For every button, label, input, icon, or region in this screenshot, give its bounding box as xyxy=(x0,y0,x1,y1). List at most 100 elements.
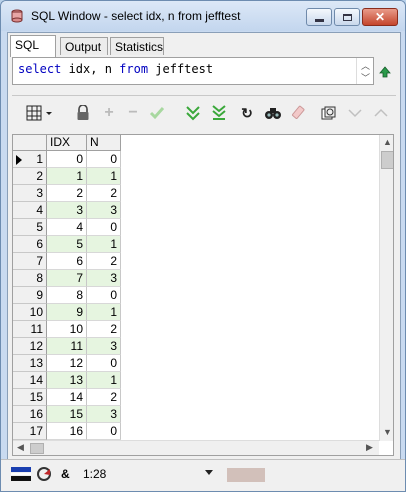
next-button[interactable] xyxy=(370,101,392,125)
cell-idx[interactable]: 11 xyxy=(47,338,87,355)
row-number[interactable]: 12 xyxy=(13,338,47,355)
row-number[interactable]: 2 xyxy=(13,168,47,185)
next-page-button[interactable] xyxy=(182,101,204,125)
cell-idx[interactable]: 5 xyxy=(47,236,87,253)
cell-n[interactable]: 0 xyxy=(87,355,121,372)
row-number[interactable]: 11 xyxy=(13,321,47,338)
cell-n[interactable]: 0 xyxy=(87,423,121,440)
column-header-n[interactable]: N xyxy=(87,135,121,151)
row-number[interactable]: 5 xyxy=(13,219,47,236)
title-bar[interactable]: SQL Window - select idx, n from jefftest… xyxy=(1,1,405,31)
cell-n[interactable]: 3 xyxy=(87,338,121,355)
cell-idx[interactable]: 1 xyxy=(47,168,87,185)
ampersand-indicator: & xyxy=(61,467,70,481)
row-number[interactable]: 13 xyxy=(13,355,47,372)
grid-horizontal-scrollbar[interactable]: ◀ ▶ xyxy=(13,440,379,455)
cell-n[interactable]: 3 xyxy=(87,202,121,219)
next-icon xyxy=(374,108,388,117)
cell-n[interactable]: 3 xyxy=(87,406,121,423)
horizontal-scroll-thumb[interactable] xyxy=(30,443,44,454)
cell-idx[interactable]: 9 xyxy=(47,304,87,321)
cell-n[interactable]: 1 xyxy=(87,236,121,253)
row-number[interactable]: 10 xyxy=(13,304,47,321)
grid-vertical-scrollbar[interactable]: ▲ ▼ xyxy=(379,135,393,441)
cell-idx[interactable]: 7 xyxy=(47,270,87,287)
cell-idx[interactable]: 13 xyxy=(47,372,87,389)
grid-view-icon xyxy=(26,105,52,121)
row-number[interactable]: 17 xyxy=(13,423,47,440)
row-number[interactable]: 3 xyxy=(13,185,47,202)
cell-idx[interactable]: 6 xyxy=(47,253,87,270)
scroll-right-icon[interactable]: ▶ xyxy=(366,442,373,453)
row-number[interactable]: 7 xyxy=(13,253,47,270)
cell-idx[interactable]: 2 xyxy=(47,185,87,202)
tab-output[interactable]: Output xyxy=(60,37,108,55)
cell-idx[interactable]: 4 xyxy=(47,219,87,236)
find-button[interactable] xyxy=(262,101,284,125)
cell-idx[interactable]: 8 xyxy=(47,287,87,304)
editor-scroll-down-icon[interactable]: ﹀ xyxy=(361,71,370,84)
export-button[interactable] xyxy=(318,101,340,125)
cell-idx[interactable]: 3 xyxy=(47,202,87,219)
cell-idx[interactable]: 14 xyxy=(47,389,87,406)
cell-idx[interactable]: 16 xyxy=(47,423,87,440)
column-header-idx[interactable]: IDX xyxy=(47,135,87,151)
row-number[interactable]: 6 xyxy=(13,236,47,253)
row-number[interactable]: 4 xyxy=(13,202,47,219)
post-record-button[interactable] xyxy=(146,101,168,125)
minimize-button[interactable] xyxy=(306,8,332,26)
tab-sql[interactable]: SQL xyxy=(10,35,56,57)
status-dropdown-icon[interactable] xyxy=(205,470,213,475)
scroll-down-icon[interactable]: ▼ xyxy=(383,427,392,437)
cell-n[interactable]: 2 xyxy=(87,389,121,406)
vertical-scroll-thumb[interactable] xyxy=(381,151,393,169)
up-arrow-icon[interactable] xyxy=(378,65,392,79)
sql-text: select idx, n from jefftest xyxy=(18,62,213,76)
cell-idx[interactable]: 12 xyxy=(47,355,87,372)
row-number[interactable]: 15 xyxy=(13,389,47,406)
last-page-button[interactable] xyxy=(208,101,230,125)
previous-button[interactable] xyxy=(344,101,366,125)
grid-toolbar: + − ↻ xyxy=(12,101,396,129)
maximize-button[interactable] xyxy=(334,8,360,26)
close-icon: ✕ xyxy=(374,10,386,24)
cell-idx[interactable]: 0 xyxy=(47,151,87,168)
lock-button[interactable] xyxy=(72,101,94,125)
row-number[interactable]: 16 xyxy=(13,406,47,423)
scroll-left-icon[interactable]: ◀ xyxy=(17,442,24,453)
cell-n[interactable]: 0 xyxy=(87,219,121,236)
cell-n[interactable]: 0 xyxy=(87,151,121,168)
cell-n[interactable]: 0 xyxy=(87,287,121,304)
cell-n[interactable]: 3 xyxy=(87,270,121,287)
cell-idx[interactable]: 15 xyxy=(47,406,87,423)
row-number[interactable]: 9 xyxy=(13,287,47,304)
result-grid[interactable]: IDX N 1 0 0 2 1 1 3 2 2 4 3 3 5 4 0 6 5 1 7 6 2 8 7 3 9 8 0 10 9 1 11 1… xyxy=(12,134,394,456)
close-button[interactable]: ✕ xyxy=(362,8,398,26)
cell-n[interactable]: 1 xyxy=(87,304,121,321)
sql-keyword-select: select xyxy=(18,62,62,76)
cell-n[interactable]: 1 xyxy=(87,372,121,389)
cell-n[interactable]: 2 xyxy=(87,253,121,270)
cell-n[interactable]: 1 xyxy=(87,168,121,185)
export-icon xyxy=(321,106,336,120)
clear-button[interactable] xyxy=(288,101,310,125)
sql-editor[interactable]: select idx, n from jefftest ︿ ﹀ xyxy=(12,57,374,85)
tab-statistics[interactable]: Statistics xyxy=(110,37,164,55)
row-number[interactable]: 8 xyxy=(13,270,47,287)
delete-record-button[interactable]: − xyxy=(122,101,144,125)
next-page-icon xyxy=(186,106,200,121)
grid-view-button[interactable] xyxy=(24,101,56,125)
insert-record-button[interactable]: + xyxy=(98,101,120,125)
refresh-button[interactable]: ↻ xyxy=(236,101,258,125)
current-row-pointer-icon xyxy=(16,155,22,165)
row-number[interactable]: 1 xyxy=(13,151,47,168)
window-title: SQL Window - select idx, n from jefftest xyxy=(31,9,241,23)
editor-scrollbar[interactable]: ︿ ﹀ xyxy=(356,58,373,84)
cell-idx[interactable]: 10 xyxy=(47,321,87,338)
cell-n[interactable]: 2 xyxy=(87,321,121,338)
minimize-icon xyxy=(314,18,324,22)
row-number[interactable]: 14 xyxy=(13,372,47,389)
scroll-up-icon[interactable]: ▲ xyxy=(383,137,392,147)
cell-n[interactable]: 2 xyxy=(87,185,121,202)
status-bar: & 1:28 xyxy=(1,459,405,491)
